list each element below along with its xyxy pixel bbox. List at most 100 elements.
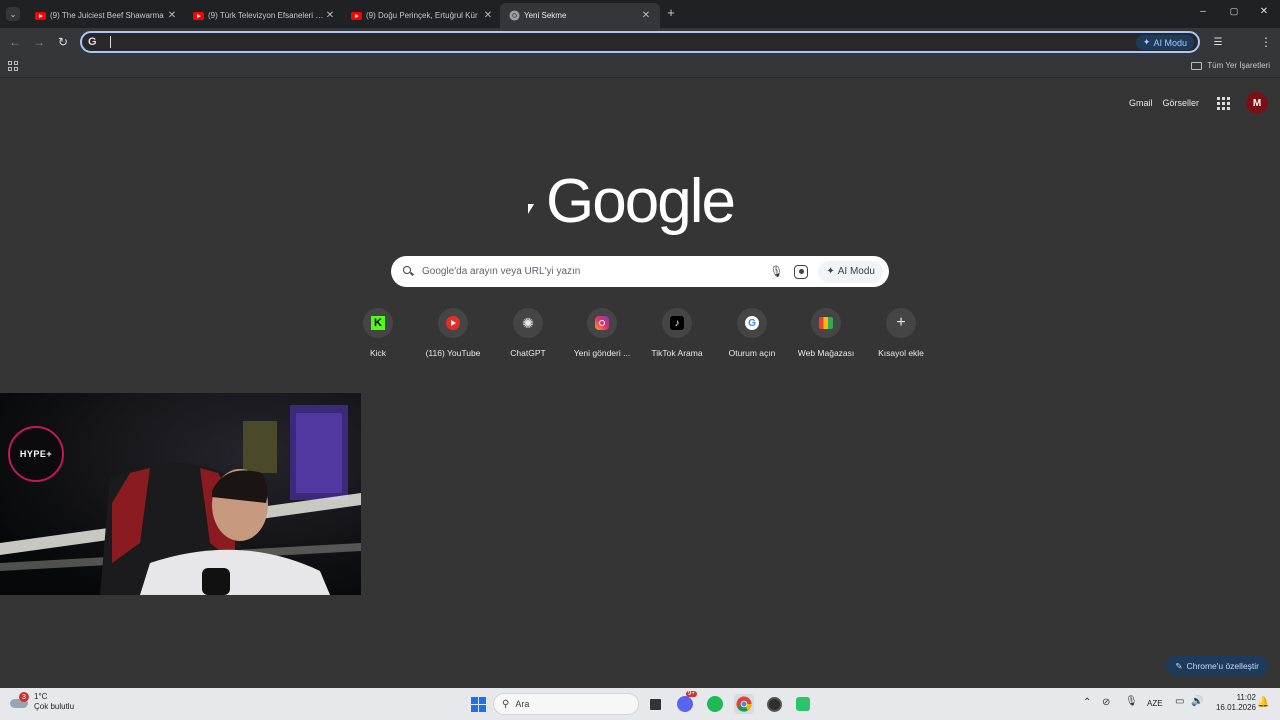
ai-mode-label: AI Modu [837, 266, 875, 277]
chrome-icon [736, 696, 752, 712]
close-icon[interactable]: ✕ [324, 10, 336, 21]
shortcut-tile: K [363, 308, 393, 338]
youtube-icon [192, 10, 204, 22]
all-bookmarks-button[interactable]: Tüm Yer İşaretleri [1191, 61, 1270, 70]
close-icon[interactable]: ✕ [166, 10, 178, 21]
google-apps-icon[interactable] [1217, 96, 1230, 110]
language-indicator[interactable]: AZE [1147, 699, 1163, 708]
ai-mode-label: AI Modu [1153, 37, 1187, 48]
queue-icon: ☰ [1213, 36, 1223, 48]
obs-taskbar-button[interactable] [764, 694, 784, 714]
apps-grid-icon[interactable] [8, 61, 18, 71]
weather-text: 1°C Çok bulutlu [34, 692, 74, 712]
shortcut-youtube[interactable]: (116) YouTube [415, 308, 491, 358]
arrow-left-icon: ← [9, 35, 21, 49]
search-icon: ⚲ [502, 698, 510, 710]
chrome-icon [508, 10, 520, 22]
address-bar[interactable]: G ✦ AI Modu [80, 31, 1200, 53]
microphone-icon[interactable]: 🎙 [1125, 696, 1138, 707]
kebab-menu-icon: ⋮ [1260, 35, 1272, 49]
customize-label: Chrome'u özelleştir [1186, 661, 1259, 671]
ntp-top-links: Gmail Görseller M [1129, 92, 1268, 114]
pencil-icon: ✎ [1175, 660, 1183, 671]
close-icon[interactable]: ✕ [482, 10, 494, 21]
account-avatar[interactable]: M [1246, 92, 1268, 114]
shortcut-add[interactable]: + Kısayol ekle [863, 308, 939, 358]
tab-title: Yeni Sekme [524, 11, 567, 20]
clock[interactable]: 11:02 16.01.2026 [1208, 693, 1256, 713]
images-link[interactable]: Görseller [1162, 98, 1199, 108]
youtube-icon [34, 10, 46, 22]
hype-badge-text: HYPE+ [19, 449, 53, 459]
customize-chrome-button[interactable]: ✎ Chrome'u özelleştir [1166, 656, 1268, 676]
minimize-button[interactable]: – [1196, 6, 1210, 20]
spotify-taskbar-button[interactable] [705, 694, 725, 714]
microphone-icon[interactable]: 🎙 [768, 265, 784, 278]
chrome-taskbar-button[interactable] [734, 694, 754, 714]
discord-icon: 9+ [677, 691, 697, 712]
tab-4[interactable]: Yeni Sekme ✕ [500, 3, 660, 28]
shortcut-label: Kısayol ekle [878, 348, 924, 358]
shortcut-instagram[interactable]: Yeni gönderi ... [564, 308, 640, 358]
start-button[interactable] [468, 694, 488, 714]
youtube-icon [350, 10, 362, 22]
shortcut-tiktok[interactable]: ♪ TikTok Arama [639, 308, 715, 358]
new-tab-button[interactable]: + [664, 6, 678, 20]
ai-mode-button[interactable]: ✦ AI Modu [1135, 35, 1194, 50]
task-view-button[interactable] [645, 694, 665, 714]
shortcut-tile: G [737, 308, 767, 338]
weather-description: Çok bulutlu [34, 702, 75, 711]
lens-icon[interactable] [794, 264, 809, 279]
maximize-button[interactable]: ▢ [1227, 6, 1241, 20]
kick-icon: K [371, 316, 385, 330]
reload-button[interactable]: ↻ [52, 31, 74, 53]
tab-search-button[interactable]: ⌄ [6, 7, 20, 21]
network-icon[interactable]: ⊘ [1102, 697, 1110, 708]
tab-2[interactable]: (9) Türk Televizyon Efsaneleri Sp ✕ [184, 3, 344, 28]
forward-button[interactable]: → [28, 31, 50, 53]
ai-search-icon: ✦ [1142, 37, 1151, 47]
shortcut-kick[interactable]: K Kick [340, 308, 416, 358]
search-box[interactable]: Google'da arayın veya URL'yi yazın 🎙 ✦ A… [391, 256, 889, 287]
monitor-icon[interactable]: ▭ [1175, 696, 1184, 707]
tab-title: (9) Doğu Perinçek, Ertuğrul Kür [366, 11, 478, 20]
tab-3[interactable]: (9) Doğu Perinçek, Ertuğrul Kür ✕ [342, 3, 502, 28]
app-taskbar-button[interactable] [793, 694, 813, 714]
gmail-link[interactable]: Gmail [1129, 98, 1153, 108]
shortcut-label: (116) YouTube [425, 348, 481, 358]
shortcut-webstore[interactable]: Web Mağazası [788, 308, 864, 358]
youtube-icon [446, 316, 460, 330]
windows-icon [470, 696, 486, 712]
google-icon: G [745, 316, 759, 330]
tray-overflow-icon[interactable]: ⌃ [1083, 697, 1091, 708]
volume-icon[interactable]: 🔊 [1191, 696, 1203, 707]
reading-list-button[interactable]: ☰ [1207, 31, 1229, 53]
plus-icon: + [896, 314, 906, 331]
google-icon: G [88, 36, 97, 48]
tiktok-icon: ♪ [670, 316, 684, 330]
ai-mode-button[interactable]: ✦ AI Modu [818, 260, 883, 283]
back-button[interactable]: ← [4, 31, 26, 53]
new-tab-page: Gmail Görseller M Google Google'da arayı… [0, 78, 1280, 688]
discord-badge: 9+ [686, 691, 697, 697]
window-close-button[interactable]: ✕ [1257, 6, 1271, 20]
tab-1[interactable]: (9) The Juiciest Beef Shawarma ✕ [26, 3, 186, 28]
weather-temp: 1°C [34, 692, 48, 701]
shortcut-label: Yeni gönderi ... [573, 348, 631, 358]
shortcut-chatgpt[interactable]: ✺ ChatGPT [490, 308, 566, 358]
menu-button[interactable]: ⋮ [1255, 31, 1277, 53]
notification-bell-icon[interactable]: 🔔 [1257, 697, 1269, 708]
shortcut-google-signin[interactable]: G Oturum açın [714, 308, 790, 358]
discord-taskbar-button[interactable]: 9+ [675, 691, 697, 714]
arrow-right-icon: → [33, 35, 45, 49]
search-placeholder: Google'da arayın veya URL'yi yazın [422, 266, 581, 277]
weather-widget[interactable]: 3 1°C Çok bulutlu [10, 692, 74, 712]
folder-icon [1191, 61, 1203, 70]
shortcut-label: Oturum açın [728, 348, 776, 358]
shortcut-label: TikTok Arama [651, 348, 703, 358]
taskbar-search[interactable]: ⚲ Ara [493, 693, 639, 715]
taskbar-search-placeholder: Ara [515, 699, 530, 709]
close-icon[interactable]: ✕ [640, 10, 652, 21]
webcam-image [0, 393, 361, 595]
spotify-icon [707, 696, 723, 712]
